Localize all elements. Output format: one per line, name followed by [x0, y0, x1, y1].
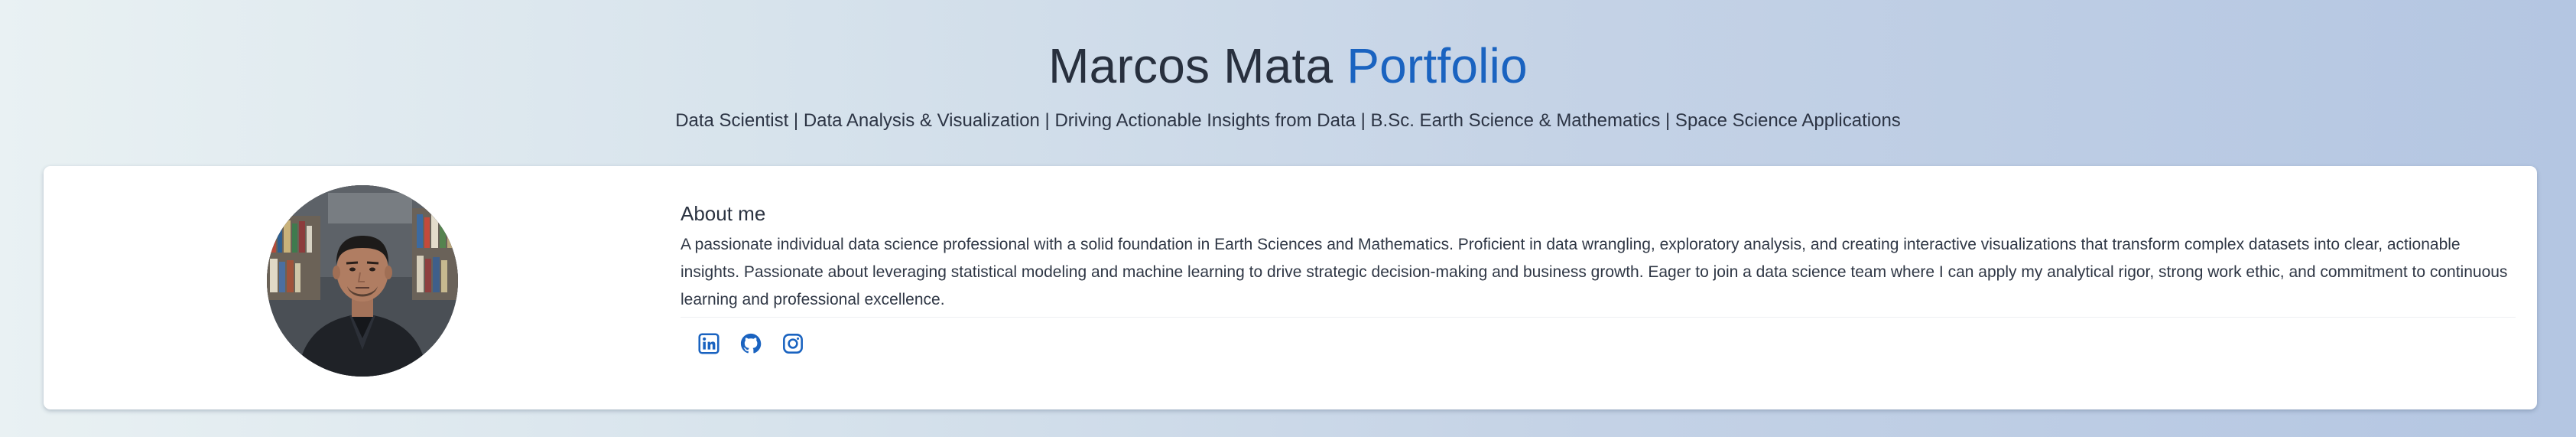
- avatar: [267, 185, 458, 377]
- github-icon: [740, 333, 762, 354]
- avatar-column: [44, 166, 680, 409]
- social-links: [681, 325, 2516, 362]
- about-heading: About me: [681, 202, 766, 225]
- instagram-icon: [783, 334, 803, 354]
- about-section: About me A passionate individual data sc…: [681, 201, 2516, 362]
- hero-header: Marcos Mata Portfolio Data Scientist | D…: [0, 0, 2576, 165]
- linkedin-icon: [698, 333, 720, 354]
- about-text: A passionate individual data science pro…: [681, 231, 2516, 318]
- about-card: About me A passionate individual data sc…: [44, 166, 2537, 409]
- title-name: Marcos Mata: [1048, 38, 1333, 93]
- page-tagline: Data Scientist | Data Analysis & Visuali…: [675, 110, 1901, 131]
- title-accent: Portfolio: [1346, 38, 1528, 93]
- linkedin-link[interactable]: [696, 331, 722, 357]
- avatar-photo: [267, 185, 458, 377]
- instagram-link[interactable]: [780, 331, 806, 357]
- page-title: Marcos Mata Portfolio: [0, 34, 2576, 98]
- github-link[interactable]: [738, 331, 764, 357]
